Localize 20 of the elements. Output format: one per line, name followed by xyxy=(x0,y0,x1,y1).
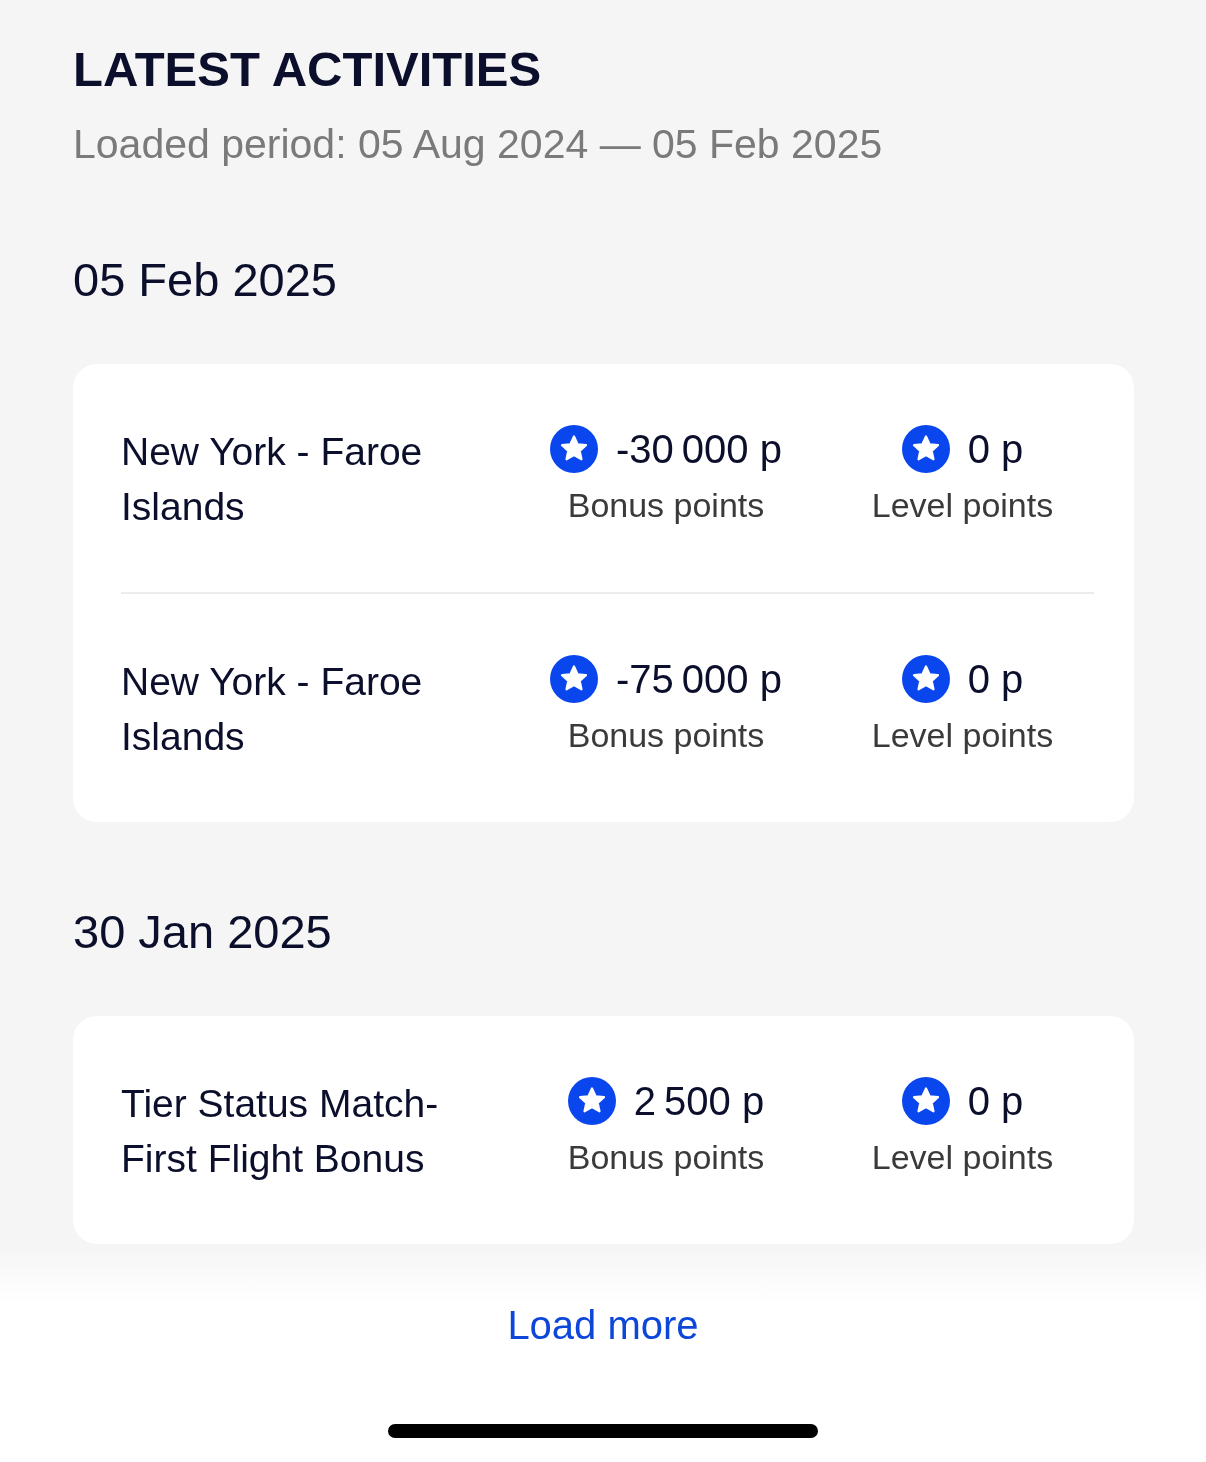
points-value: 0 p xyxy=(967,426,1024,473)
points-label: Bonus points xyxy=(567,715,765,756)
load-more-link[interactable]: Load more xyxy=(503,1300,703,1350)
points-value: 0 p xyxy=(967,656,1024,703)
date-heading: 05 Feb 2025 xyxy=(73,252,338,308)
points-value: 0 p xyxy=(967,1078,1024,1125)
points-label: Bonus points xyxy=(567,485,765,526)
points-label: Bonus points xyxy=(567,1137,765,1178)
activity-name: Tier Status Match-First Flight Bonus xyxy=(121,1081,440,1182)
section-title: LATEST ACTIVITIES xyxy=(73,41,543,98)
points-value: 2 500 p xyxy=(633,1078,765,1125)
points-value: -75 000 p xyxy=(616,656,782,703)
period-text: Loaded period: 05 Aug 2024 — 05 Feb 2025 xyxy=(73,120,884,168)
points-label: Level points xyxy=(871,485,1054,526)
points-value: -30 000 p xyxy=(616,426,782,473)
activity-name: New York - Faroe Islands xyxy=(121,659,424,760)
points-label: Level points xyxy=(871,715,1054,756)
activity-name: New York - Faroe Islands xyxy=(121,429,424,530)
date-heading: 30 Jan 2025 xyxy=(73,904,333,960)
points-label: Level points xyxy=(871,1137,1054,1178)
